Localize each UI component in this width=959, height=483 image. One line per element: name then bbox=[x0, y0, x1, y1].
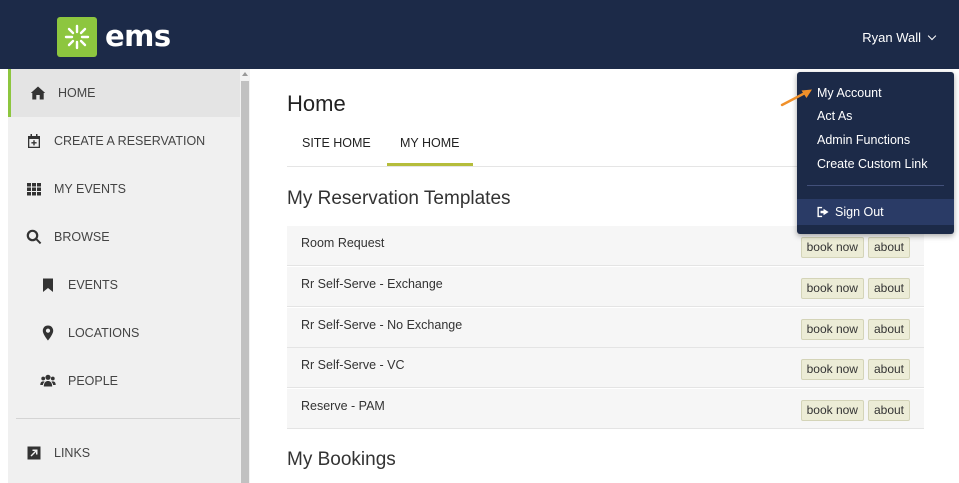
sidebar-item-label: PEOPLE bbox=[68, 374, 119, 388]
tab-site-home[interactable]: SITE HOME bbox=[302, 136, 371, 150]
template-row: Rr Self-Serve - No Exchange book now abo… bbox=[287, 308, 924, 348]
template-row: Rr Self-Serve - VC book now about bbox=[287, 348, 924, 388]
template-row: Reserve - PAM book now about bbox=[287, 389, 924, 429]
menu-item-admin-functions[interactable]: Admin Functions bbox=[817, 133, 910, 147]
sidebar-item-links[interactable]: LINKS bbox=[8, 429, 240, 477]
scrollbar-thumb[interactable] bbox=[241, 81, 249, 483]
template-name: Reserve - PAM bbox=[301, 399, 385, 413]
bookings-section-title: My Bookings bbox=[287, 449, 396, 470]
users-icon bbox=[40, 373, 56, 389]
template-name: Rr Self-Serve - VC bbox=[301, 358, 405, 372]
templates-section-title: My Reservation Templates bbox=[287, 188, 511, 209]
calendar-plus-icon bbox=[26, 133, 42, 149]
sidebar-item-label: CREATE A RESERVATION bbox=[54, 134, 206, 148]
book-now-button[interactable]: book now bbox=[800, 278, 864, 299]
active-tab-indicator bbox=[387, 163, 473, 166]
sidebar-item-people[interactable]: PEOPLE bbox=[8, 357, 240, 405]
map-marker-icon bbox=[40, 325, 56, 341]
sidebar-item-label: MY EVENTS bbox=[54, 182, 127, 196]
external-link-icon bbox=[26, 445, 42, 461]
sign-out-icon bbox=[817, 206, 829, 218]
user-menu-toggle[interactable]: Ryan Wall bbox=[862, 30, 937, 45]
sidebar-item-browse[interactable]: BROWSE bbox=[8, 213, 240, 261]
sidebar-divider bbox=[16, 418, 240, 419]
sidebar-item-label: EVENTS bbox=[68, 278, 119, 292]
template-name: Rr Self-Serve - Exchange bbox=[301, 277, 443, 291]
about-button[interactable]: about bbox=[867, 400, 910, 421]
ems-logo[interactable]: ems bbox=[57, 17, 180, 57]
sign-out-label: Sign Out bbox=[835, 205, 884, 219]
menu-item-act-as[interactable]: Act As bbox=[817, 109, 852, 123]
about-button[interactable]: about bbox=[867, 237, 910, 258]
sidebar-item-label: HOME bbox=[58, 86, 96, 100]
sidebar-item-label: BROWSE bbox=[54, 230, 110, 244]
menu-item-sign-out[interactable]: Sign Out bbox=[797, 199, 954, 225]
book-now-button[interactable]: book now bbox=[800, 237, 864, 258]
menu-divider bbox=[807, 185, 944, 186]
top-header: ems Ryan Wall bbox=[0, 0, 959, 69]
tab-my-home[interactable]: MY HOME bbox=[400, 136, 460, 150]
menu-item-my-account[interactable]: My Account bbox=[817, 86, 882, 100]
about-button[interactable]: about bbox=[867, 278, 910, 299]
search-icon bbox=[26, 229, 42, 245]
book-now-button[interactable]: book now bbox=[800, 400, 864, 421]
sidebar: HOME CREATE A RESERVATION MY EVENTS BROW… bbox=[8, 69, 240, 483]
scroll-up-arrow-icon[interactable] bbox=[242, 72, 248, 76]
chevron-down-icon bbox=[927, 31, 937, 40]
home-icon bbox=[30, 85, 46, 101]
menu-item-create-custom-link[interactable]: Create Custom Link bbox=[817, 157, 927, 171]
bookmark-icon bbox=[40, 277, 56, 293]
about-button[interactable]: about bbox=[867, 359, 910, 380]
sidebar-item-home[interactable]: HOME bbox=[8, 69, 240, 117]
sidebar-item-locations[interactable]: LOCATIONS bbox=[8, 309, 240, 357]
sidebar-item-label: LINKS bbox=[54, 446, 91, 460]
sidebar-scrollbar[interactable] bbox=[240, 69, 250, 483]
page-title: Home bbox=[287, 91, 346, 116]
sidebar-item-label: LOCATIONS bbox=[68, 326, 140, 340]
template-row: Rr Self-Serve - Exchange book now about bbox=[287, 267, 924, 307]
book-now-button[interactable]: book now bbox=[800, 319, 864, 340]
page-margin bbox=[0, 0, 8, 483]
logo-sunburst-icon bbox=[57, 17, 97, 57]
template-name: Rr Self-Serve - No Exchange bbox=[301, 318, 463, 332]
user-dropdown-menu: My Account Act As Admin Functions Create… bbox=[797, 72, 954, 234]
sidebar-item-my-events[interactable]: MY EVENTS bbox=[8, 165, 240, 213]
sidebar-item-events[interactable]: EVENTS bbox=[8, 261, 240, 309]
about-button[interactable]: about bbox=[867, 319, 910, 340]
template-name: Room Request bbox=[301, 236, 385, 250]
book-now-button[interactable]: book now bbox=[800, 359, 864, 380]
annotation-arrow-icon bbox=[780, 89, 812, 107]
logo-text: ems bbox=[105, 19, 171, 53]
grid-icon bbox=[26, 181, 42, 197]
user-name: Ryan Wall bbox=[862, 30, 921, 45]
sidebar-item-create-reservation[interactable]: CREATE A RESERVATION bbox=[8, 117, 240, 165]
